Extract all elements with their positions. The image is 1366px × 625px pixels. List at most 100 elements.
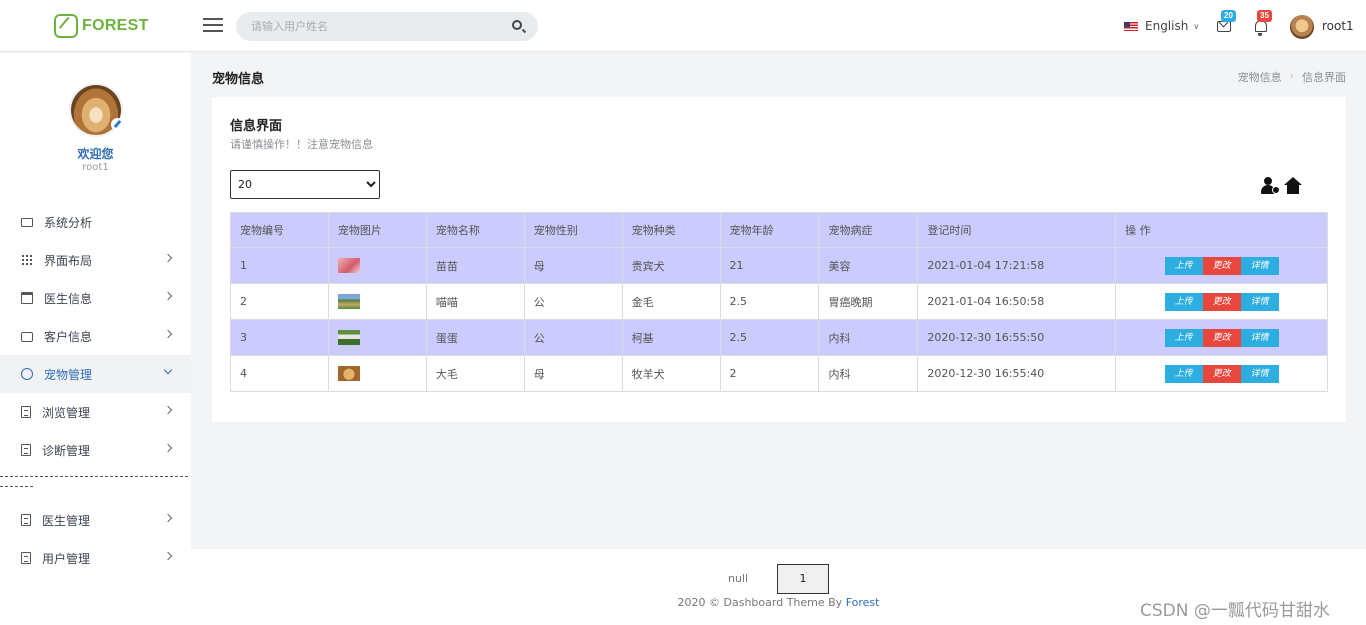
sidebar-item-label: 浏览管理 (42, 405, 91, 420)
cell-id: 4 (230, 355, 329, 392)
sidebar-item-label: 宠物管理 (44, 367, 93, 382)
avatar[interactable] (1290, 15, 1314, 39)
language-selector[interactable]: English ∨ (1124, 19, 1199, 33)
table-row: 1 苗苗 母 贵宾犬 21 美容 2021-01-04 17:21:58 上传更… (230, 247, 1328, 284)
details-button[interactable]: 详情 (1240, 328, 1279, 347)
cell-image (327, 247, 427, 284)
pagination-info: null (728, 572, 749, 585)
cell-time: 2021-01-04 16:50:58 (917, 283, 1117, 320)
details-button[interactable]: 详情 (1240, 256, 1279, 275)
document-icon (21, 552, 31, 564)
sidebar-menu: 系统分析 界面布局 医生信息 客户信息 宠物管理 浏览管理 诊断管理 (0, 203, 191, 469)
cell-illness: 美容 (818, 247, 919, 284)
table-row: 3 蛋蛋 公 柯基 2.5 内科 2020-12-30 16:55:50 上传更… (230, 319, 1328, 356)
mail-count-badge: 20 (1221, 10, 1236, 22)
column-header: 宠物病症 (818, 212, 919, 248)
chevron-down-icon (163, 365, 173, 375)
sidebar-item-system-analysis[interactable]: 系统分析 (0, 203, 191, 241)
profile-avatar[interactable] (71, 85, 124, 135)
upload-button[interactable]: 上传 (1164, 328, 1203, 347)
chevron-down-icon: ∨ (1193, 21, 1200, 31)
breadcrumb-item[interactable]: 宠物信息 (1238, 69, 1282, 85)
footer-link[interactable]: Forest (846, 596, 880, 609)
breadcrumb-item: 信息界面 (1302, 71, 1346, 84)
edit-button[interactable]: 更改 (1202, 292, 1241, 311)
username[interactable]: root1 (1322, 19, 1354, 33)
cell-image (327, 319, 427, 356)
details-button[interactable]: 详情 (1240, 364, 1279, 383)
sidebar-item-browse-management[interactable]: 浏览管理 (0, 393, 191, 431)
pet-thumbnail[interactable] (337, 294, 360, 309)
language-label: English (1145, 19, 1189, 33)
document-icon (21, 406, 31, 418)
pet-thumbnail[interactable] (337, 366, 360, 381)
cell-illness: 内科 (818, 319, 919, 356)
home-icon[interactable] (1284, 177, 1302, 195)
sidebar-item-label: 用户管理 (42, 551, 91, 566)
card-title: 信息界面 (230, 119, 283, 134)
chevron-right-icon (163, 443, 173, 453)
calendar-icon (21, 292, 33, 304)
sidebar-item-doctor-info[interactable]: 医生信息 (0, 279, 191, 317)
cell-age: 2.5 (719, 283, 820, 320)
grid-icon (21, 254, 33, 266)
upload-button[interactable]: 上传 (1164, 292, 1203, 311)
sidebar-item-user-management[interactable]: 用户管理 (0, 539, 191, 577)
cell-name: 苗苗 (425, 247, 525, 284)
sidebar-item-pet-management[interactable]: 宠物管理 (0, 355, 191, 393)
briefcase-icon (21, 332, 33, 342)
sidebar-item-label: 客户信息 (44, 329, 93, 344)
breadcrumb-separator-icon: › (1289, 69, 1294, 82)
sidebar-item-label: 界面布局 (44, 253, 93, 268)
add-user-icon[interactable] (1261, 177, 1280, 195)
monitor-icon (21, 217, 33, 227)
cell-illness: 胃癌晚期 (818, 283, 919, 320)
sidebar-item-label: 医生信息 (44, 291, 93, 306)
page-title: 宠物信息 (212, 72, 265, 87)
cell-age: 2 (719, 355, 820, 392)
details-button[interactable]: 详情 (1240, 292, 1279, 311)
pet-thumbnail[interactable] (337, 330, 360, 345)
chevron-right-icon (163, 513, 173, 523)
column-header: 操 作 (1115, 212, 1328, 248)
cell-time: 2020-12-30 16:55:50 (917, 319, 1117, 356)
cell-kind: 柯基 (621, 319, 721, 356)
chevron-right-icon (163, 405, 173, 415)
cell-sex: 母 (523, 355, 623, 392)
notification-button[interactable]: 35 (1253, 10, 1272, 36)
cell-time: 2020-12-30 16:55:40 (917, 355, 1117, 392)
us-flag-icon (1124, 21, 1138, 31)
edit-button[interactable]: 更改 (1202, 364, 1241, 383)
pet-table: 宠物编号 宠物图片 宠物名称 宠物性别 宠物种类 宠物年龄 宠物病症 登记时间 … (230, 212, 1328, 392)
cell-actions: 上传 更改 详情 (1115, 319, 1328, 356)
cell-image (327, 355, 427, 392)
cell-sex: 公 (523, 319, 623, 356)
page-button[interactable]: 1 (777, 564, 829, 594)
cell-kind: 贵宾犬 (621, 247, 721, 284)
cell-kind: 金毛 (621, 283, 721, 320)
upload-button[interactable]: 上传 (1164, 364, 1203, 383)
search-input[interactable] (236, 12, 496, 41)
mail-button[interactable]: 20 (1217, 10, 1236, 34)
cell-age: 2.5 (719, 319, 820, 356)
sidebar-item-layout[interactable]: 界面布局 (0, 241, 191, 279)
edit-pen-icon[interactable] (111, 118, 124, 131)
mail-icon (1217, 21, 1231, 32)
column-header: 宠物图片 (327, 212, 427, 248)
page-size-select[interactable]: 20 (230, 170, 380, 199)
cell-image (327, 283, 427, 320)
edit-button[interactable]: 更改 (1202, 256, 1241, 275)
logo[interactable]: FOREST (54, 14, 149, 38)
search-icon[interactable] (512, 20, 522, 30)
edit-button[interactable]: 更改 (1202, 328, 1241, 347)
sidebar-item-doctor-management[interactable]: 医生管理 (0, 501, 191, 539)
sidebar-item-customer-info[interactable]: 客户信息 (0, 317, 191, 355)
upload-button[interactable]: 上传 (1164, 256, 1203, 275)
sidebar-menu-secondary: 医生管理 用户管理 (0, 501, 191, 577)
welcome-text: 欢迎您 (77, 147, 114, 161)
sidebar-item-diagnosis-management[interactable]: 诊断管理 (0, 431, 191, 469)
profile-name: root1 (82, 162, 109, 173)
document-icon (21, 444, 31, 456)
menu-toggle-icon[interactable] (203, 18, 223, 32)
pet-thumbnail[interactable] (337, 258, 360, 273)
